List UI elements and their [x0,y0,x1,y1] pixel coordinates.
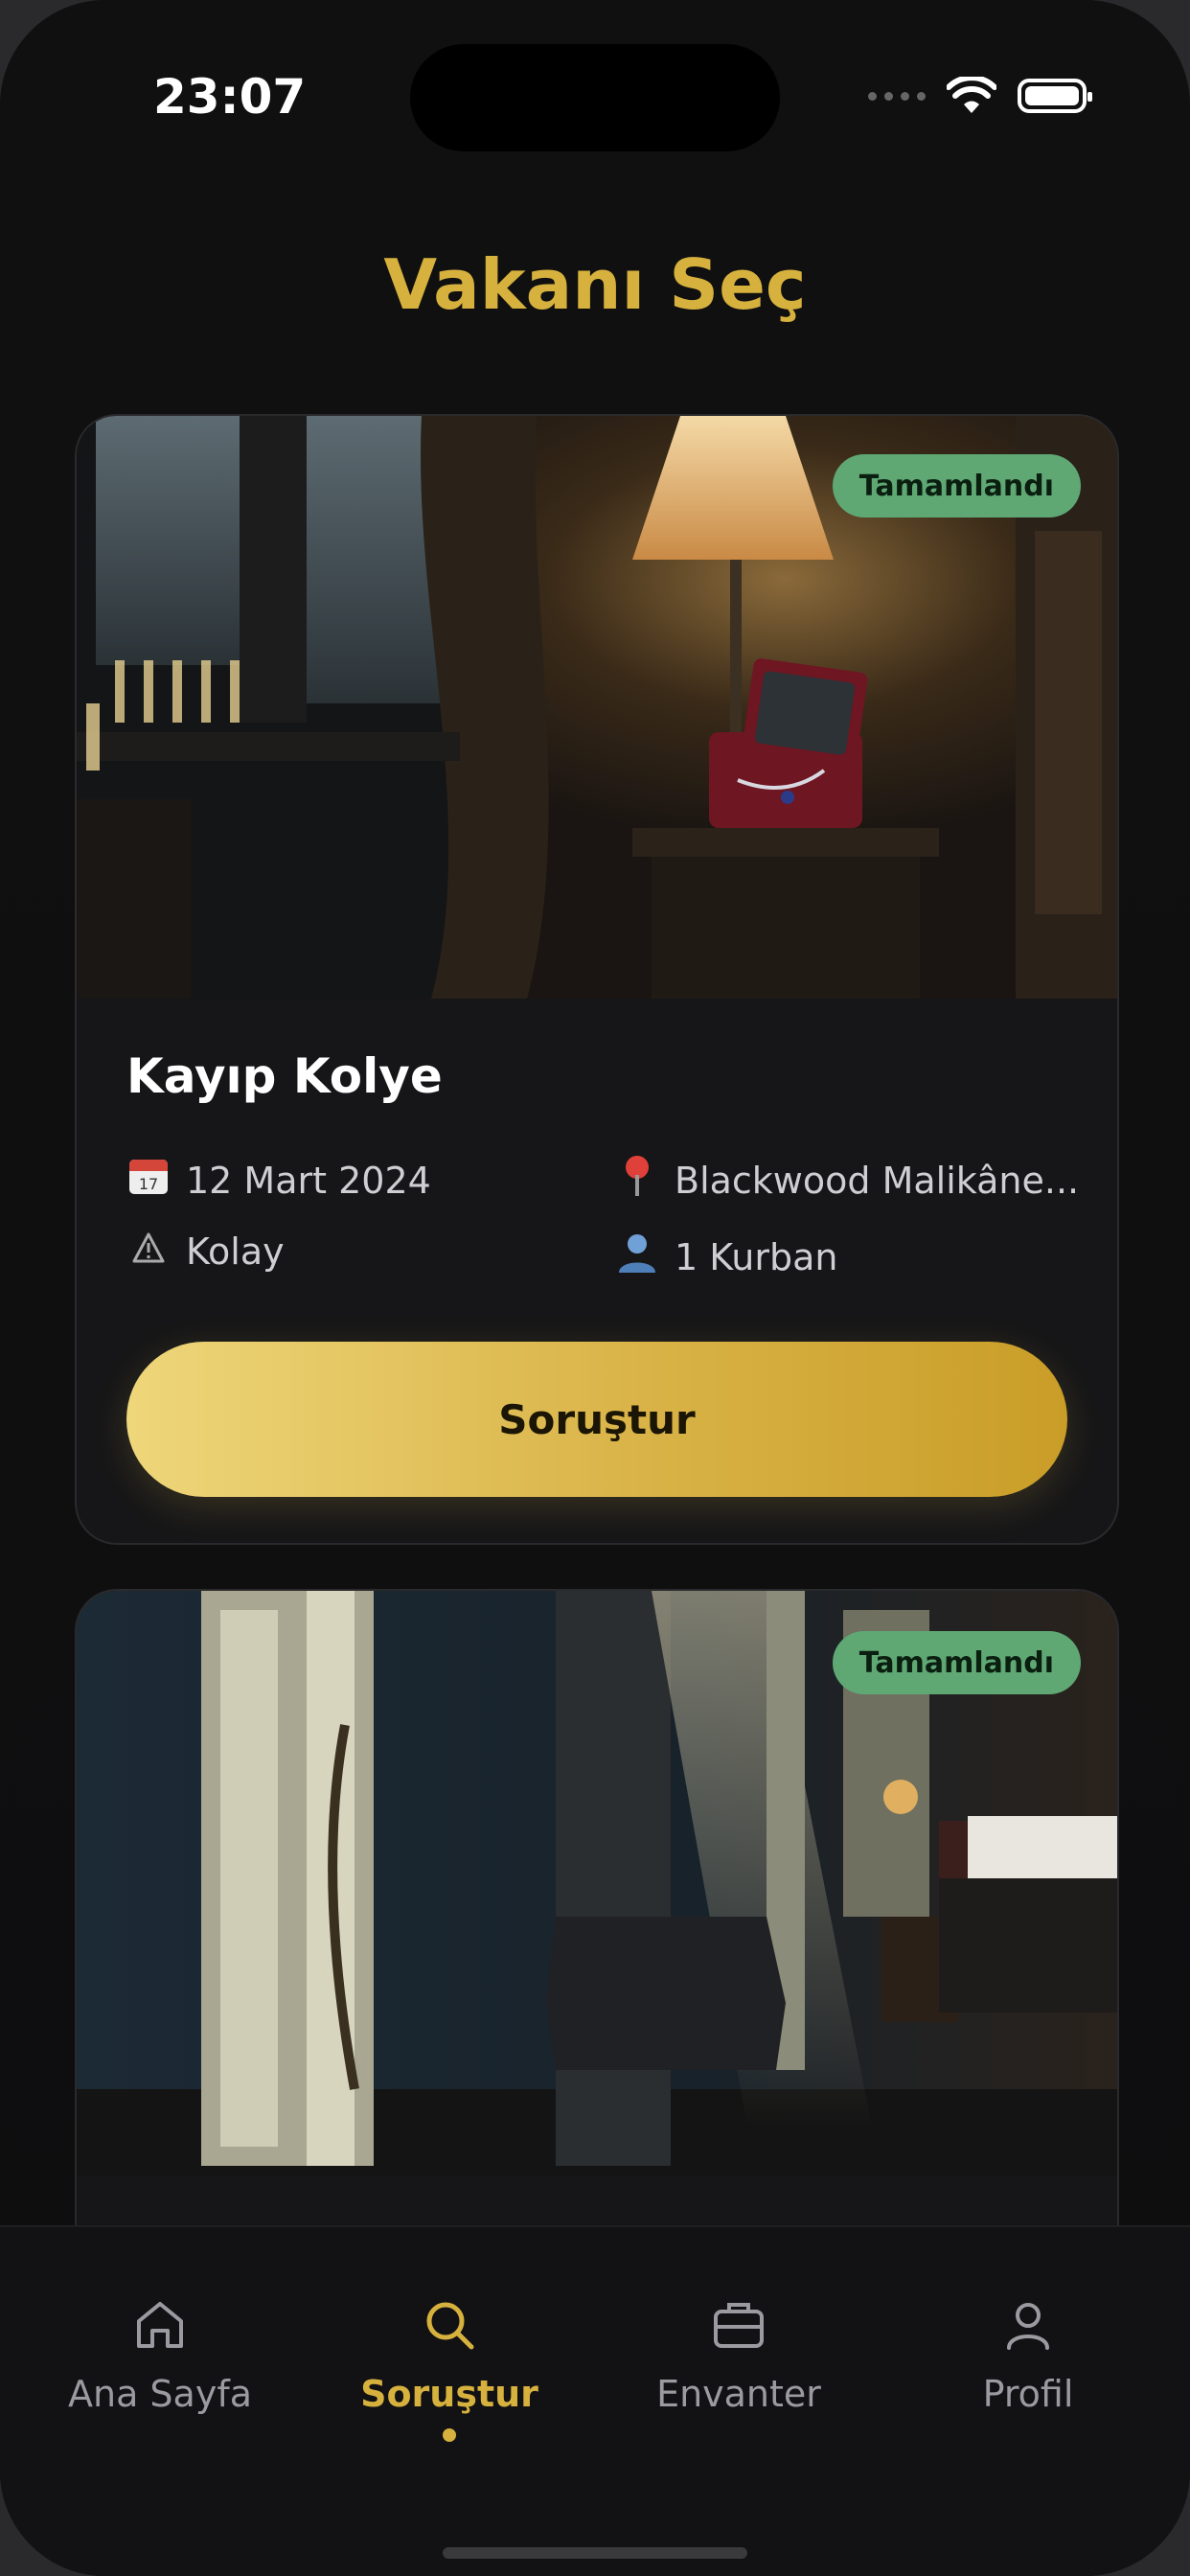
case-card[interactable]: Tamamlandı Kayıp Kolye 17 12 Mart 2024 B… [75,414,1119,1545]
search-icon [426,2302,474,2350]
case-date-text: 12 Mart 2024 [186,1159,431,1202]
home-indicator [443,2547,747,2559]
svg-text:17: 17 [139,1175,158,1193]
status-time: 23:07 [153,69,307,125]
calendar-icon: 17 [125,1154,172,1207]
case-difficulty: Kolay [125,1230,285,1273]
case-location-text: Blackwood Malikâne... [675,1159,1080,1202]
case-title: Kayıp Kolye [126,1048,443,1104]
tab-investigate-label: Soruştur [360,2373,538,2415]
dynamic-island [410,44,780,151]
case-location: Blackwood Malikâne... [613,1154,1092,1207]
user-icon [1007,2303,1049,2350]
person-icon [613,1230,661,1283]
case-date: 17 12 Mart 2024 [125,1154,431,1207]
phone-frame: 23:07 Vakanı Seç Tamamlandı Kayıp Kolye … [0,0,1190,2576]
home-icon [137,2302,183,2348]
warning-icon [125,1231,172,1273]
status-icons [868,77,1092,115]
tab-inventory-label: Envanter [656,2373,821,2415]
screen: 23:07 Vakanı Seç Tamamlandı Kayıp Kolye … [0,0,1190,2576]
tab-home-label: Ana Sayfa [67,2373,252,2415]
tab-home[interactable]: Ana Sayfa [40,2294,280,2415]
page-title: Vakanı Seç [383,244,807,325]
case-card[interactable]: Tamamlandı [75,1589,1119,2321]
investigate-button[interactable]: Soruştur [126,1342,1067,1497]
status-badge: Tamamlandı [832,454,1081,518]
case-difficulty-text: Kolay [186,1230,285,1273]
tab-investigate[interactable]: Soruştur [330,2294,569,2442]
tab-inventory[interactable]: Envanter [619,2294,858,2415]
tab-bar: Ana Sayfa Soruştur Envanter Profil [0,2225,1190,2576]
case-victims: 1 Kurban [613,1230,837,1283]
pin-icon [613,1154,661,1207]
briefcase-icon [714,2303,764,2348]
battery-icon [1018,79,1092,113]
active-indicator [443,2428,456,2442]
tab-profile-label: Profil [982,2373,1074,2415]
status-badge: Tamamlandı [832,1631,1081,1694]
tab-profile[interactable]: Profil [908,2294,1148,2415]
case-victims-text: 1 Kurban [675,1235,838,1278]
wifi-icon [947,77,996,113]
signal-icon [868,91,926,101]
